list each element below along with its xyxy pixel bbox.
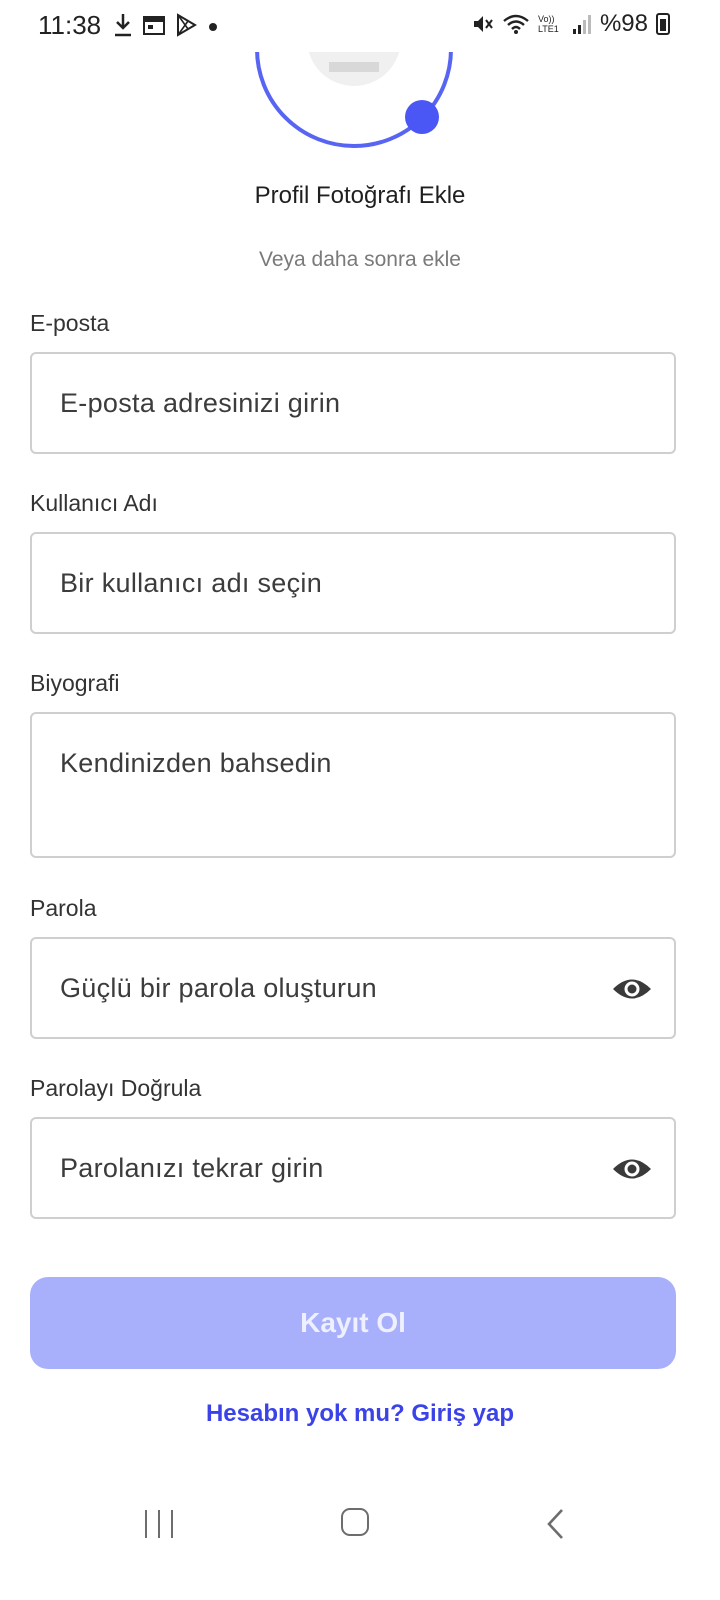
wifi-icon (503, 14, 529, 34)
dot-icon (209, 23, 217, 31)
mute-icon (473, 16, 493, 32)
add-photo-badge-icon[interactable] (405, 100, 439, 134)
signal-icon (572, 15, 591, 34)
status-bar: 11:38 Vo)) LTE1 %98 (0, 0, 720, 52)
register-button[interactable]: Kayıt Ol (30, 1277, 676, 1369)
add-later-link[interactable]: Veya daha sonra ekle (0, 248, 720, 272)
calendar-icon (143, 16, 165, 35)
eye-icon[interactable] (612, 976, 652, 1002)
password-field[interactable]: Güçlü bir parola oluşturun (30, 937, 676, 1039)
bio-label: Biyografi (30, 670, 120, 696)
back-icon[interactable] (545, 1508, 567, 1540)
confirm-password-placeholder: Parolanızı tekrar girin (60, 1153, 324, 1183)
password-label: Parola (30, 895, 97, 921)
battery-icon (656, 13, 670, 35)
register-button-label: Kayıt Ol (300, 1307, 406, 1338)
confirm-password-field[interactable]: Parolanızı tekrar girin (30, 1117, 676, 1219)
eye-icon[interactable] (612, 1156, 652, 1182)
bio-placeholder: Kendinizden bahsedin (60, 748, 332, 778)
recents-icon[interactable] (145, 1510, 173, 1538)
username-placeholder: Bir kullanıcı adı seçin (60, 568, 323, 598)
status-time: 11:38 (38, 10, 102, 40)
confirm-password-label: Parolayı Doğrula (30, 1075, 202, 1101)
email-placeholder: E-posta adresinizi girin (60, 388, 341, 418)
status-right-icons: Vo)) LTE1 %98 (472, 10, 670, 38)
volte-icon: Vo)) LTE1 (537, 14, 559, 34)
bio-field[interactable]: Kendinizden bahsedin (30, 712, 676, 858)
login-link[interactable]: Hesabın yok mu? Giriş yap (0, 1400, 720, 1428)
home-icon[interactable] (341, 1508, 369, 1536)
email-field[interactable]: E-posta adresinizi girin (30, 352, 676, 454)
download-icon (115, 14, 131, 37)
battery-percentage: %98 (599, 10, 648, 37)
username-label: Kullanıcı Adı (30, 490, 158, 516)
email-label: E-posta (30, 310, 110, 336)
profile-photo-title: Profil Fotoğrafı Ekle (254, 182, 466, 209)
navigation-bar (0, 1490, 720, 1600)
play-store-icon (177, 13, 197, 37)
password-placeholder: Güçlü bir parola oluşturun (60, 973, 377, 1003)
status-left-icons (112, 12, 220, 38)
username-field[interactable]: Bir kullanıcı adı seçin (30, 532, 676, 634)
